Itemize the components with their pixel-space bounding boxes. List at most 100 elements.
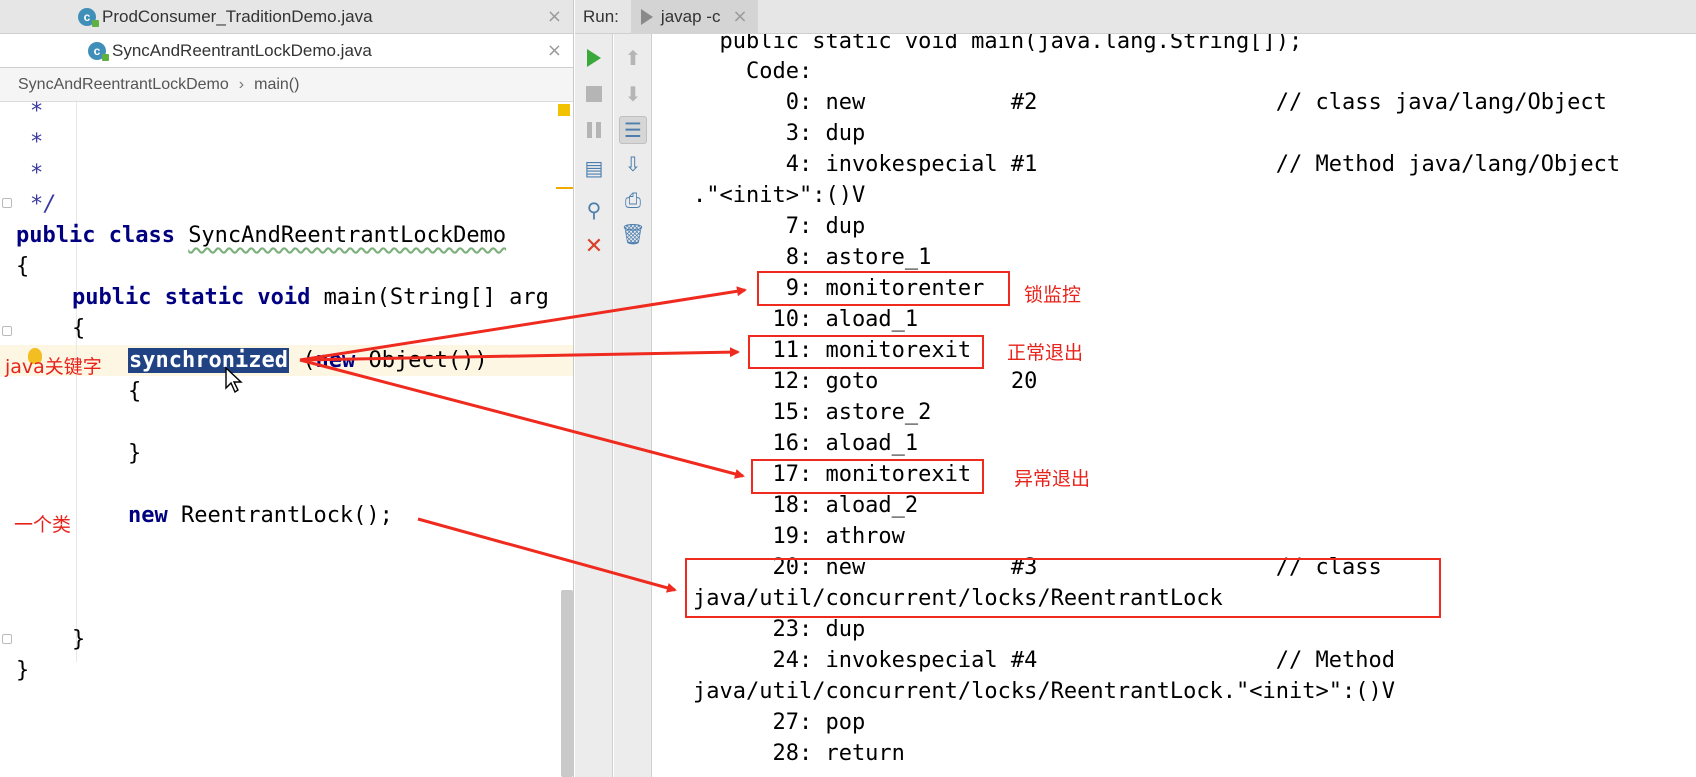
up-button[interactable]: ⬆ [619,44,647,72]
java-class-icon: c [78,8,99,27]
output-line: 12: goto 20 [693,369,1038,394]
code-brace: { [16,254,30,279]
code-text: ReentrantLock(); [167,503,393,528]
output-line: 23: dup [693,617,866,642]
print-button[interactable]: ⎙ [619,186,647,214]
output-line: 9: monitorenter [693,276,985,301]
code-comment: * [30,130,44,155]
run-tab-label: javap -c [660,6,721,26]
output-line: 15: astore_2 [693,400,932,425]
fold-marker[interactable] [2,634,12,644]
mouse-cursor-icon [225,366,243,394]
run-config-icon [640,8,653,25]
code-brace: { [128,379,142,404]
close-icon[interactable]: × [547,40,562,61]
output-line: 28: return [693,741,905,766]
clear-all-button[interactable]: 🗑 [619,220,647,248]
stop-icon [586,86,602,102]
pause-icon [587,122,601,138]
soft-wrap-icon: ☰ [624,118,642,142]
code-new-reentrantlock: new ReentrantLock(); [128,500,393,531]
fold-marker[interactable] [2,198,12,208]
scroll-to-end-button[interactable]: ⇩ [619,150,647,178]
close-run-button[interactable]: ✕ [580,232,608,260]
keyword: new [315,348,356,373]
arrow-down-icon: ⬇ [624,82,642,106]
breadcrumb: SyncAndReentrantLockDemo › main() [0,68,573,102]
output-line: 16: aload_1 [693,431,919,456]
close-icon[interactable]: × [547,6,562,27]
breadcrumb-class[interactable]: SyncAndReentrantLockDemo [18,76,229,94]
run-panel-header: Run: javap -c × [575,0,1696,34]
warning-marker[interactable] [558,104,570,116]
code-editor: c ProdConsumer_TraditionDemo.java × c Sy… [0,0,574,777]
code-comment: */ [30,192,57,217]
scroll-end-icon: ⇩ [624,152,642,176]
code-comment: * [30,99,44,124]
output-line: ."<init>":()V [693,183,866,208]
output-line: 17: monitorexit [693,462,972,487]
tab-prodconsumer[interactable]: c ProdConsumer_TraditionDemo.java [78,0,373,34]
code-synchronized-line: synchronized (new Object()) [128,345,488,376]
keyword: public static void [72,285,324,310]
output-line: 20: new #3 // class [693,555,1382,580]
keyword: new [128,503,168,528]
run-toolbar-right: ⬆ ⬇ ☰ ⇩ ⎙ 🗑 [614,34,652,777]
print-icon: ⎙ [625,188,641,212]
restore-layout-button[interactable]: ▤ [580,154,608,182]
arrow-up-icon: ⬆ [624,46,642,70]
output-line: 11: monitorexit [693,338,972,363]
breadcrumb-separator: › [238,75,245,93]
code-comment: * [30,161,44,186]
code-class-declaration: public class SyncAndReentrantLockDemo [16,220,506,251]
editor-scrollbar[interactable] [561,590,573,777]
keyword: public class [16,223,189,248]
close-icon[interactable]: × [732,6,747,27]
output-line: 10: aload_1 [693,307,919,332]
output-line: 27: pop [693,710,866,735]
run-toolbar-left: ▤ ⚲ ✕ [575,34,613,777]
output-line: 18: aload_2 [693,493,919,518]
editor-tab-row-1: c ProdConsumer_TraditionDemo.java × [0,0,573,34]
breadcrumb-method[interactable]: main() [254,76,299,94]
output-line: 0: new #2 // class java/lang/Object [693,90,1607,115]
rerun-button[interactable] [580,44,608,72]
layout-icon: ▤ [584,156,604,180]
stop-button[interactable] [580,80,608,108]
pause-button[interactable] [580,116,608,144]
output-line: java/util/concurrent/locks/ReentrantLock… [693,679,1395,704]
pin-icon: ⚲ [586,198,602,222]
tab-label: SyncAndReentrantLockDemo.java [112,41,372,60]
code-text: ( [288,348,316,373]
down-button[interactable]: ⬇ [619,80,647,108]
synchronized-keyword[interactable]: synchronized [128,348,289,373]
output-line: 3: dup [693,121,866,146]
console-output[interactable]: public static void main(java.lang.String… [653,34,1696,777]
output-line: 19: athrow [693,524,905,549]
run-tab-javap[interactable]: javap -c × [630,0,758,34]
error-stripe-marker[interactable] [556,187,573,189]
run-label: Run: [583,6,619,26]
code-brace: } [128,441,142,466]
code-brace: { [72,316,86,341]
output-line: 24: invokespecial #4 // Method [693,648,1395,673]
output-line: 8: astore_1 [693,245,932,270]
code-text: Object()) [355,348,488,373]
trash-icon: 🗑 [620,222,646,246]
close-icon: ✕ [584,233,604,259]
lightbulb-icon[interactable] [28,348,42,364]
code-main-signature: public static void main(String[] arg [72,282,549,313]
editor-tab-row-2: c SyncAndReentrantLockDemo.java × [0,34,573,68]
output-line: Code: [693,59,813,84]
output-line: 4: invokespecial #1 // Method java/lang/… [693,152,1621,177]
soft-wrap-button[interactable]: ☰ [619,116,647,144]
play-icon [587,49,601,67]
tab-label: ProdConsumer_TraditionDemo.java [102,7,373,26]
class-name: SyncAndReentrantLockDemo [188,223,507,248]
indent-guide [76,102,77,662]
output-line: 7: dup [693,214,866,239]
tab-syncandreentrantlock[interactable]: c SyncAndReentrantLockDemo.java [88,34,372,68]
pin-tab-button[interactable]: ⚲ [580,196,608,224]
fold-marker[interactable] [2,326,12,336]
code-brace: } [16,658,30,683]
